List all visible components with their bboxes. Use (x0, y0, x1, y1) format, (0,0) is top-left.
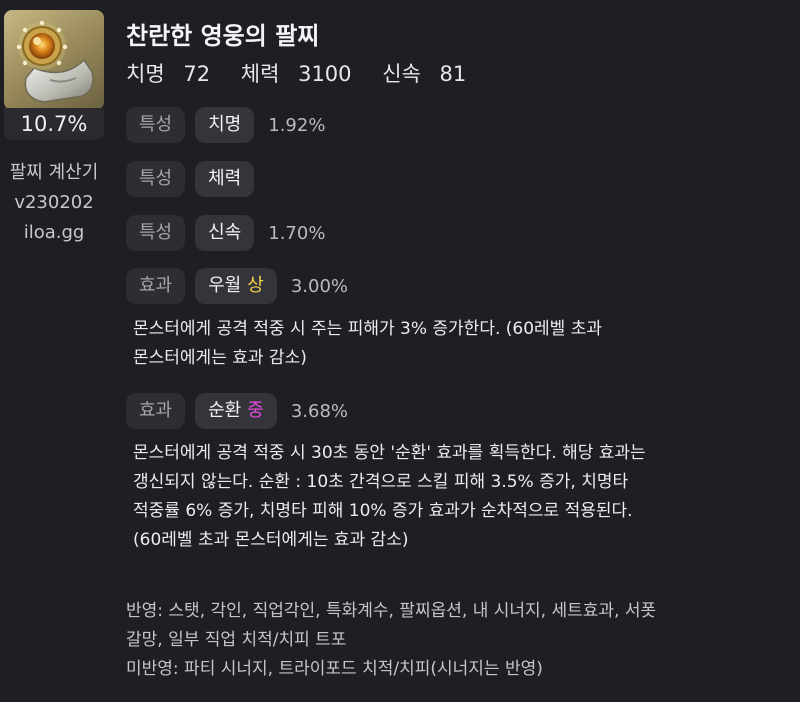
option-chip[interactable]: 치명 (195, 107, 255, 143)
category-chip: 특성 (126, 161, 186, 197)
description-line: 몬스터에게 공격 적중 시 주는 피해가 3% 증가한다. (60레벨 초과 (133, 319, 602, 339)
grade-label: 상 (247, 275, 264, 296)
option-row-crit: 특성 치명 1.92% (126, 107, 325, 143)
option-value: 3.00% (290, 275, 348, 297)
stat-value: 3100 (298, 62, 352, 86)
option-row-superior: 효과 우월 상 3.00% (126, 268, 348, 304)
stat-swift: 신속 81 (382, 62, 478, 86)
stat-label: 치명 (126, 62, 165, 86)
option-description: 몬스터에게 공격 적중 시 30초 동안 '순환' 효과를 획득한다. 해당 효… (133, 439, 646, 555)
option-value: 1.70% (268, 222, 326, 244)
note-line: 갈망, 일부 직업 치적/치피 트포 (126, 630, 347, 650)
description-line: 몬스터에게는 효과 감소) (133, 348, 307, 368)
stat-label: 신속 (382, 62, 421, 86)
description-line: 갱신되지 않는다. 순환 : 10초 간격으로 스킬 피해 3.5% 증가, 치… (133, 472, 629, 492)
option-name: 순환 (208, 400, 242, 421)
category-chip: 효과 (126, 268, 186, 304)
note-line: 미반영: 파티 시너지, 트라이포드 치적/치피(시너지는 반영) (126, 659, 543, 679)
calculator-info: 팔찌 계산기 v230202 iloa.gg (0, 158, 108, 248)
stat-crit: 치명 72 (126, 62, 222, 86)
option-value: 3.68% (290, 400, 348, 422)
option-value: 1.92% (268, 114, 326, 136)
category-chip: 효과 (126, 393, 186, 429)
calculator-site[interactable]: iloa.gg (0, 218, 108, 248)
option-chip[interactable]: 우월 상 (195, 268, 277, 304)
description-line: 적중률 6% 증가, 치명타 피해 10% 증가 효과가 순차적으로 적용된다. (133, 501, 633, 521)
option-chip[interactable]: 신속 (195, 215, 255, 251)
note-line: 반영: 스탯, 각인, 직업각인, 특화계수, 팔찌옵션, 내 시너지, 세트효… (126, 601, 657, 621)
notes-section: 반영: 스탯, 각인, 직업각인, 특화계수, 팔찌옵션, 내 시너지, 세트효… (126, 597, 786, 684)
option-description: 몬스터에게 공격 적중 시 주는 피해가 3% 증가한다. (60레벨 초과 몬… (133, 315, 602, 373)
option-chip[interactable]: 순환 중 (195, 393, 277, 429)
calculator-name: 팔찌 계산기 (9, 162, 99, 183)
option-name: 우월 (208, 275, 242, 296)
stat-health: 체력 3100 (241, 62, 364, 86)
stat-value: 81 (439, 62, 467, 86)
description-line: 몬스터에게 공격 적중 시 30초 동안 '순환' 효과를 획득한다. 해당 효… (133, 443, 646, 463)
option-row-swift: 특성 신속 1.70% (126, 215, 325, 251)
item-title: 찬란한 영웅의 팔찌 (126, 22, 320, 50)
category-chip: 특성 (126, 215, 186, 251)
option-row-health: 특성 체력 (126, 161, 264, 197)
bracelet-icon (4, 10, 104, 110)
percent-badge: 10.7% (4, 108, 104, 140)
grade-label: 중 (247, 400, 264, 421)
stat-value: 72 (183, 62, 211, 86)
item-stats: 치명 72 체력 3100 신속 81 (126, 58, 490, 88)
description-line: (60레벨 초과 몬스터에게는 효과 감소) (133, 530, 409, 550)
option-row-cycle: 효과 순환 중 3.68% (126, 393, 348, 429)
stat-label: 체력 (240, 62, 280, 86)
option-chip[interactable]: 체력 (195, 161, 255, 197)
calculator-version: v230202 (14, 192, 94, 213)
category-chip: 특성 (126, 107, 186, 143)
